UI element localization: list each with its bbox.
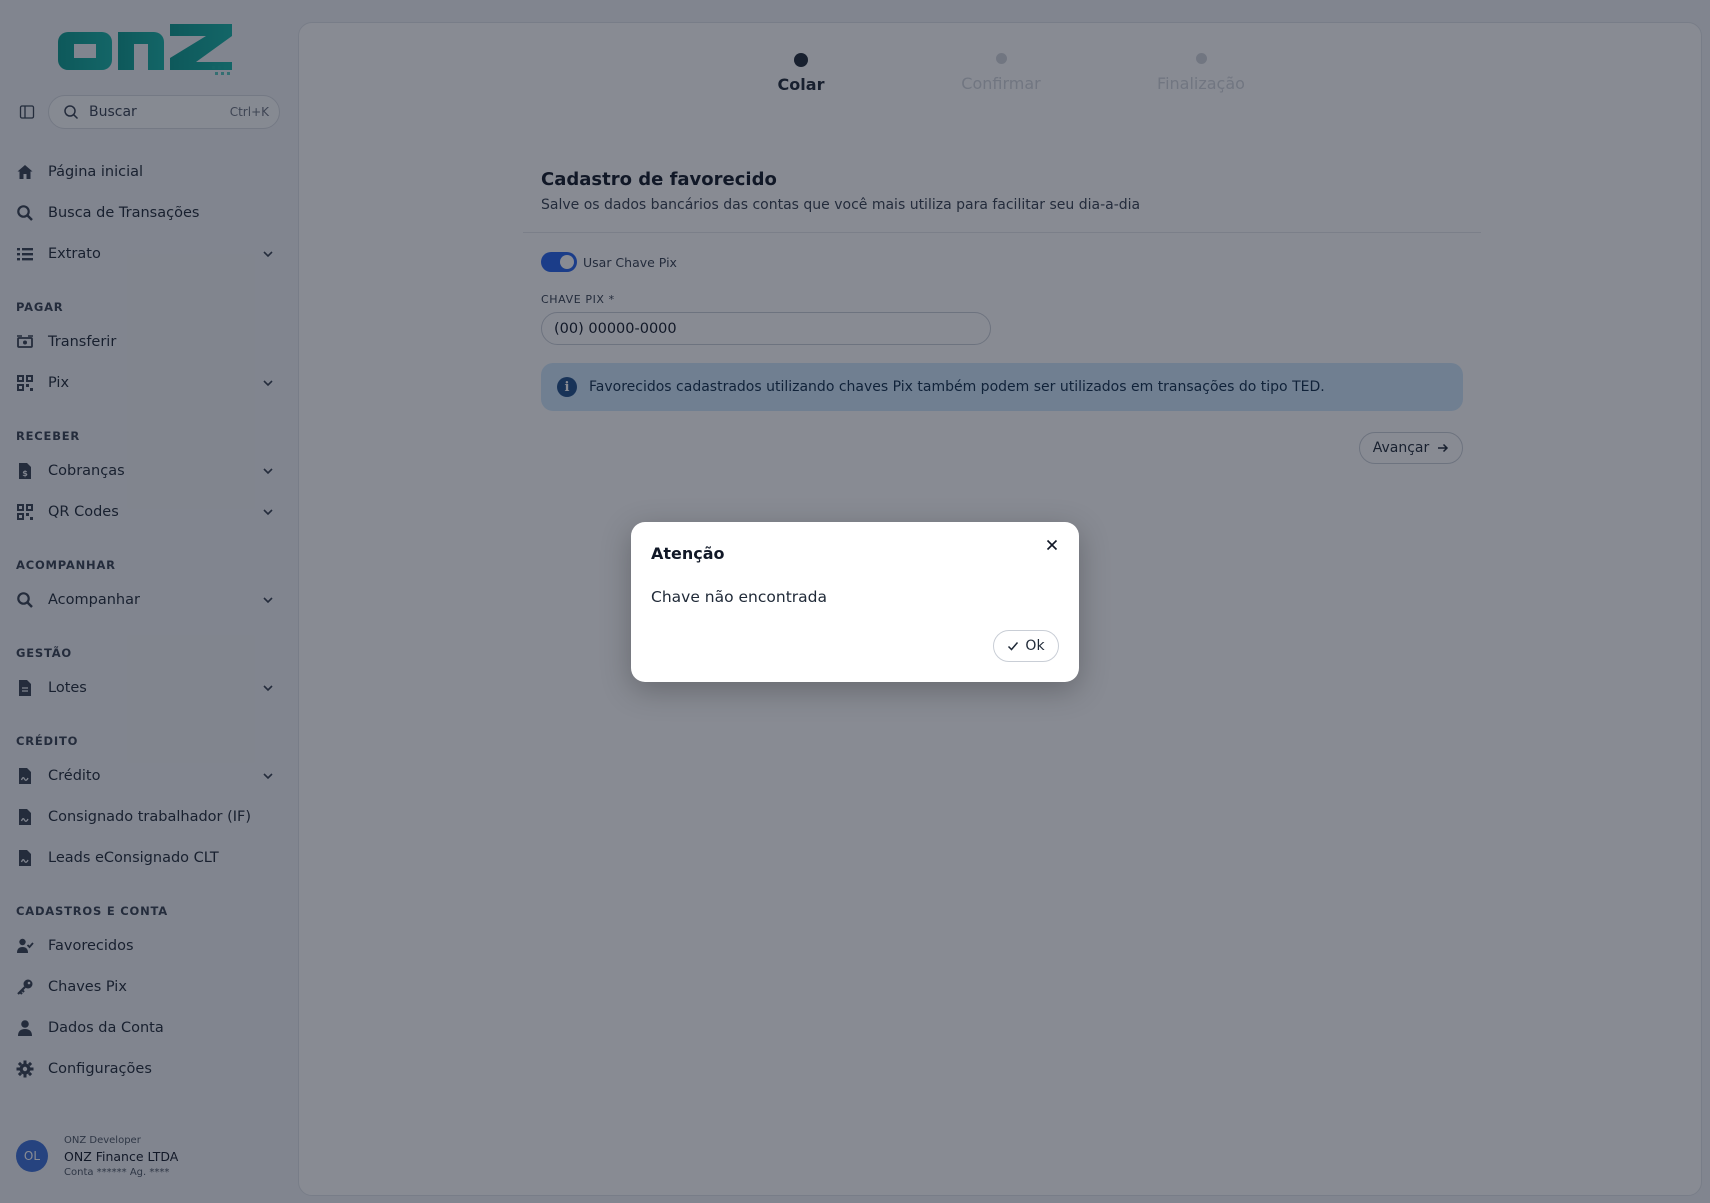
alert-dialog: Atenção Chave não encontrada Ok [631, 522, 1079, 682]
dialog-title: Atenção [651, 544, 725, 563]
ok-label: Ok [1025, 638, 1045, 654]
ok-button[interactable]: Ok [993, 630, 1059, 662]
check-icon [1007, 640, 1019, 652]
close-icon[interactable] [1041, 534, 1063, 556]
dialog-message: Chave não encontrada [651, 588, 827, 606]
